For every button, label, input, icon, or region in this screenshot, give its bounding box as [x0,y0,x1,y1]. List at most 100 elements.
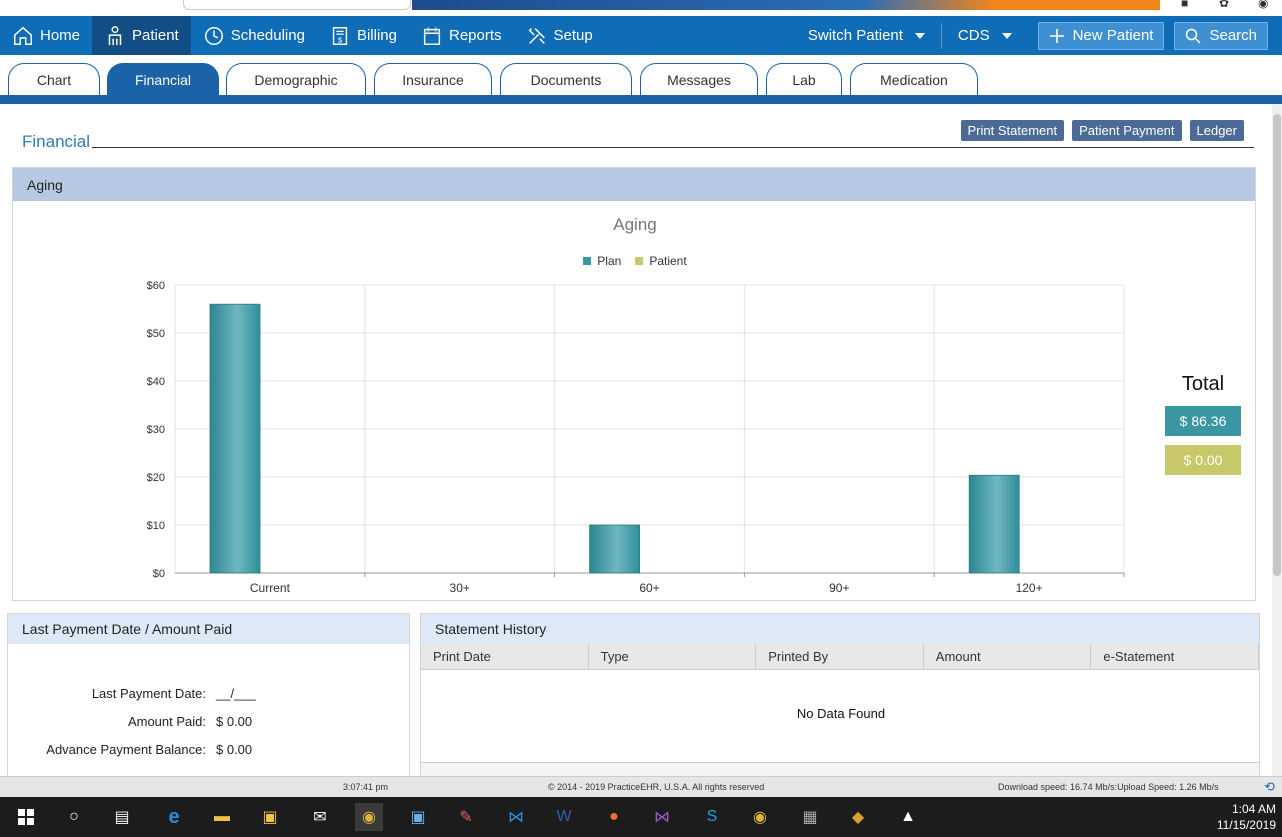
search-button[interactable]: Search [1174,21,1268,50]
x-tick-label: 30+ [450,581,470,595]
section-divider [92,147,1254,148]
nav-scheduling-label: Scheduling [230,27,305,44]
network-tool-icon[interactable]: ▦ [796,803,824,831]
patient-payment-button[interactable]: Patient Payment [1072,120,1182,141]
col-e-statement[interactable]: e-Statement [1091,644,1259,669]
nav-home[interactable]: Home [0,16,92,55]
billing-icon: $ [332,26,348,45]
tab-chart[interactable]: Chart [8,63,100,96]
col-amount[interactable]: Amount [924,644,1092,669]
last-payment-date-row: Last Payment Date: __/___ [8,686,408,701]
svg-text:$: $ [338,35,342,44]
y-tick-label: $50 [147,328,165,340]
switch-patient-label: Switch Patient [807,27,903,44]
paint-icon[interactable]: ✎ [452,803,480,831]
amount-paid-label: Amount Paid: [127,714,206,729]
switch-patient-dropdown[interactable]: Switch Patient [792,16,941,55]
home-icon [14,26,32,45]
word-icon[interactable]: W [550,803,578,831]
file-explorer-icon[interactable]: ▬ [208,803,236,831]
col-printed-by[interactable]: Printed By [756,644,924,669]
git-icon[interactable]: ◆ [844,803,872,831]
scrollbar-thumb[interactable] [1273,114,1281,576]
top-banner [412,0,1160,10]
tab-documents[interactable]: Documents [500,63,632,96]
bar-plan [968,474,1020,574]
y-tick-label: $60 [147,280,165,292]
skype-icon[interactable]: S [698,803,726,831]
gear-icon[interactable]: ✿ [1219,0,1233,10]
statement-history-title: Statement History [421,614,1259,644]
refresh-icon[interactable]: ⟲ [1264,779,1275,795]
tab-demographic[interactable]: Demographic [226,63,366,96]
patient-icon [108,25,122,45]
amount-paid-value: $ 0.00 [216,714,253,729]
cortana-icon[interactable]: ○ [60,803,88,831]
status-footer: 3:07:41 pm © 2014 - 2019 PracticeEHR, U.… [0,776,1282,797]
power-icon[interactable]: ◉ [1258,0,1272,10]
search-icon [1186,28,1201,44]
visual-studio-icon[interactable]: ⋈ [648,803,676,831]
y-tick-label: $10 [147,520,165,532]
store-icon[interactable]: ▣ [256,803,284,831]
col-print-date[interactable]: Print Date [421,644,589,669]
last-payment-date-value: __/___ [216,686,256,701]
nav-patient[interactable]: Patient [92,16,191,55]
last-payment-title: Last Payment Date / Amount Paid [8,614,409,644]
nav-scheduling[interactable]: Scheduling [191,16,317,55]
search-label: Search [1209,27,1257,44]
photos-icon[interactable]: ▲ [894,803,922,831]
tab-medication[interactable]: Medication [850,63,978,96]
chrome-second-icon[interactable]: ◉ [746,803,774,831]
postman-icon[interactable]: ● [600,803,628,831]
advance-balance-value: $ 0.00 [216,742,253,757]
clock-date: 11/15/2019 [1216,818,1276,832]
nav-setup-label: Setup [553,27,593,44]
nav-billing[interactable]: $ Billing [317,16,409,55]
nav-home-label: Home [40,27,81,44]
cds-label: CDS [957,27,990,44]
tab-financial[interactable]: Financial [107,63,219,96]
plus-icon [1049,28,1064,43]
vscode-icon[interactable]: ⋈ [502,803,530,831]
mail-icon[interactable]: ✉ [306,803,334,831]
cds-dropdown[interactable]: CDS [942,16,1028,55]
amount-paid-row: Amount Paid: $ 0.00 [8,714,408,729]
footer-copyright: © 2014 - 2019 PracticeEHR, U.S.A. All ri… [548,782,765,792]
totals-box: Total $ 86.36 $ 0.00 [1165,373,1241,484]
new-patient-label: New Patient [1072,27,1154,44]
new-patient-button[interactable]: New Patient [1037,21,1165,50]
patient-total-badge: $ 0.00 [1165,445,1241,475]
ledger-button[interactable]: Ledger [1189,120,1244,141]
section-title: Financial [22,132,91,151]
taskbar-clock[interactable]: 1:04 AM 11/15/2019 [1217,801,1276,833]
action-buttons: Print Statement Patient Payment Ledger [960,120,1244,141]
nav-patient-label: Patient [132,27,179,44]
y-tick-label: $0 [153,568,165,580]
last-payment-date-label: Last Payment Date: [91,686,206,701]
lock-icon[interactable]: ■ [1181,0,1195,10]
tab-baseline [0,95,1282,104]
tab-messages[interactable]: Messages [640,63,758,96]
tools-icon [528,27,545,44]
windows-start-icon[interactable] [12,803,40,831]
remote-desktop-icon[interactable]: ▣ [404,803,432,831]
edge-browser-icon[interactable]: e [160,803,188,831]
x-tick-label: Current [250,581,291,595]
tab-insurance[interactable]: Insurance [374,63,492,96]
statement-grid-header: Print Date Type Printed By Amount e-Stat… [421,644,1259,670]
patient-tabs: Chart Financial Demographic Insurance Do… [0,55,1282,104]
task-view-icon[interactable]: ▤ [108,803,136,831]
y-tick-label: $40 [147,376,165,388]
chevron-down-icon [1001,32,1012,39]
page-scrollbar[interactable] [1272,104,1282,776]
nav-right-group: Switch Patient CDS New Patient Search [792,16,1282,55]
financial-content: Financial Print Statement Patient Paymen… [0,104,1272,778]
statement-history-panel: Statement History Print Date Type Printe… [420,613,1260,778]
tab-lab[interactable]: Lab [766,63,842,96]
chrome-icon[interactable]: ◉ [355,803,383,831]
nav-setup[interactable]: Setup [514,16,605,55]
nav-reports[interactable]: Reports [409,16,514,55]
col-type[interactable]: Type [589,644,757,669]
print-statement-button[interactable]: Print Statement [960,120,1065,141]
